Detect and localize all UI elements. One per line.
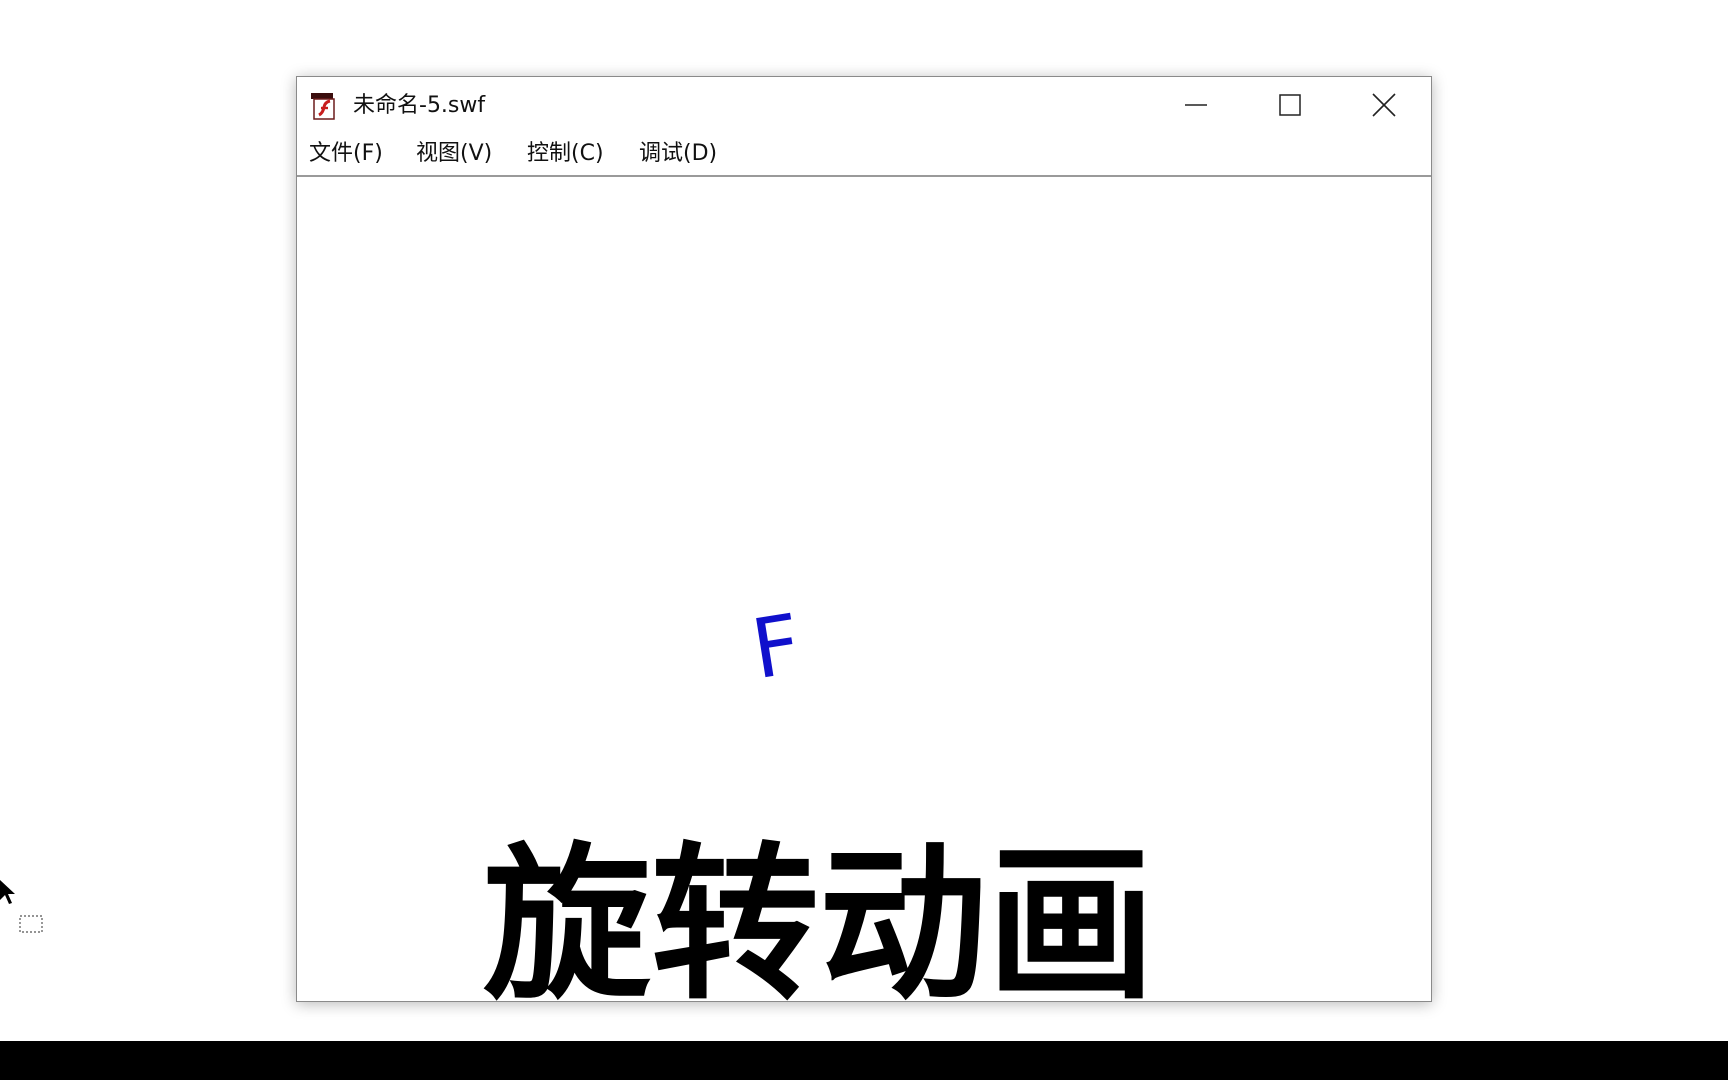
- title-bar[interactable]: 未命名-5.swf: [297, 77, 1431, 133]
- bottom-black-bar: [0, 1041, 1728, 1080]
- window-title: 未命名-5.swf: [353, 93, 486, 118]
- rotating-letter: F: [745, 596, 808, 699]
- minimize-button[interactable]: [1149, 77, 1243, 133]
- minimize-icon: [1185, 104, 1207, 106]
- maximize-button[interactable]: [1243, 77, 1337, 133]
- swf-stage[interactable]: F 旋转动画: [297, 177, 1431, 1015]
- mouse-cursor-icon: [0, 880, 48, 936]
- maximize-icon: [1279, 94, 1301, 116]
- close-button[interactable]: [1337, 77, 1431, 133]
- menu-bar: 文件(F) 视图(V) 控制(C) 调试(D): [297, 133, 1431, 177]
- menu-debug[interactable]: 调试(D): [637, 139, 719, 169]
- desktop-screen: 未命名-5.swf 文件(F) 视图(V) 控制(C) 调试(D) F 旋转动画: [0, 0, 1728, 1080]
- swf-player-window: 未命名-5.swf 文件(F) 视图(V) 控制(C) 调试(D) F 旋转动画: [296, 76, 1432, 1015]
- caption-text: 旋转动画: [483, 827, 1155, 1023]
- close-icon: [1372, 93, 1396, 117]
- menu-control[interactable]: 控制(C): [525, 139, 606, 169]
- menu-file[interactable]: 文件(F): [307, 139, 385, 169]
- flash-player-icon: [309, 91, 339, 121]
- menu-view[interactable]: 视图(V): [414, 139, 494, 169]
